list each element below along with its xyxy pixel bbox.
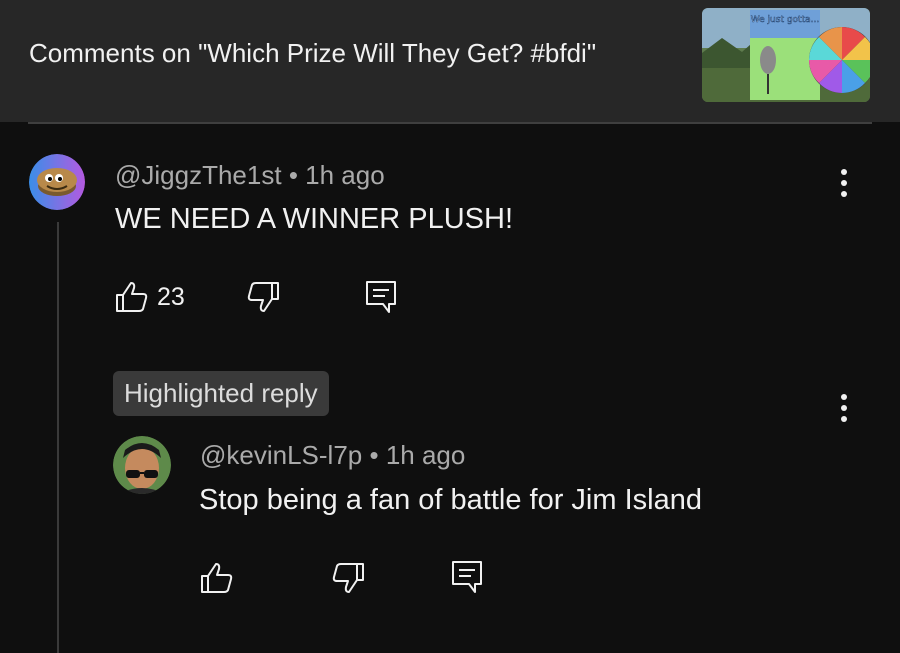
more-vert-dot	[841, 180, 847, 186]
video-thumbnail[interactable]: We just gotta...	[702, 8, 870, 102]
commenter-avatar[interactable]	[29, 154, 85, 210]
like-count: 23	[157, 282, 185, 311]
more-vert-dot	[841, 191, 847, 197]
thumbnail-caption: We just gotta...	[751, 15, 819, 25]
more-vert-icon	[841, 169, 847, 175]
meta-separator: •	[288, 160, 298, 190]
header-divider	[28, 122, 872, 124]
comment-icon	[366, 281, 396, 313]
thumb-down-icon	[247, 282, 279, 312]
reply-time: 1h ago	[385, 440, 466, 470]
reply-menu-button[interactable]	[832, 388, 856, 428]
reply-reply-button[interactable]	[451, 560, 483, 594]
reply-dislike-button[interactable]	[331, 562, 365, 594]
highlighted-reply-badge: Highlighted reply	[113, 371, 329, 416]
meta-separator: •	[369, 440, 379, 470]
reply-button[interactable]	[365, 280, 397, 314]
more-vert-icon	[841, 394, 847, 400]
reply-author[interactable]: @kevinLS-l7p	[200, 440, 362, 470]
thumb-down-icon	[332, 563, 364, 593]
reply-avatar[interactable]	[113, 436, 171, 494]
more-vert-dot	[841, 416, 847, 422]
header-bar: Comments on "Which Prize Will They Get? …	[0, 0, 900, 122]
thumb-up-icon	[116, 282, 148, 312]
thumb-up-icon	[201, 563, 233, 593]
reply-meta: @kevinLS-l7p • 1h ago	[200, 440, 465, 471]
comment-text: WE NEED A WINNER PLUSH!	[115, 203, 514, 235]
reply-like-button[interactable]	[200, 562, 234, 594]
comment-author[interactable]: @JiggzThe1st	[115, 160, 282, 190]
page-title: Comments on "Which Prize Will They Get? …	[29, 38, 597, 68]
dislike-button[interactable]	[246, 281, 280, 313]
thread-line	[57, 222, 59, 653]
more-vert-dot	[841, 405, 847, 411]
comment-meta: @JiggzThe1st • 1h ago	[115, 160, 385, 191]
like-button[interactable]: 23	[115, 281, 185, 313]
comment-icon	[452, 561, 482, 593]
reply-text: Stop being a fan of battle for Jim Islan…	[199, 484, 702, 516]
comment-menu-button[interactable]	[832, 163, 856, 203]
comment-time: 1h ago	[305, 160, 385, 190]
